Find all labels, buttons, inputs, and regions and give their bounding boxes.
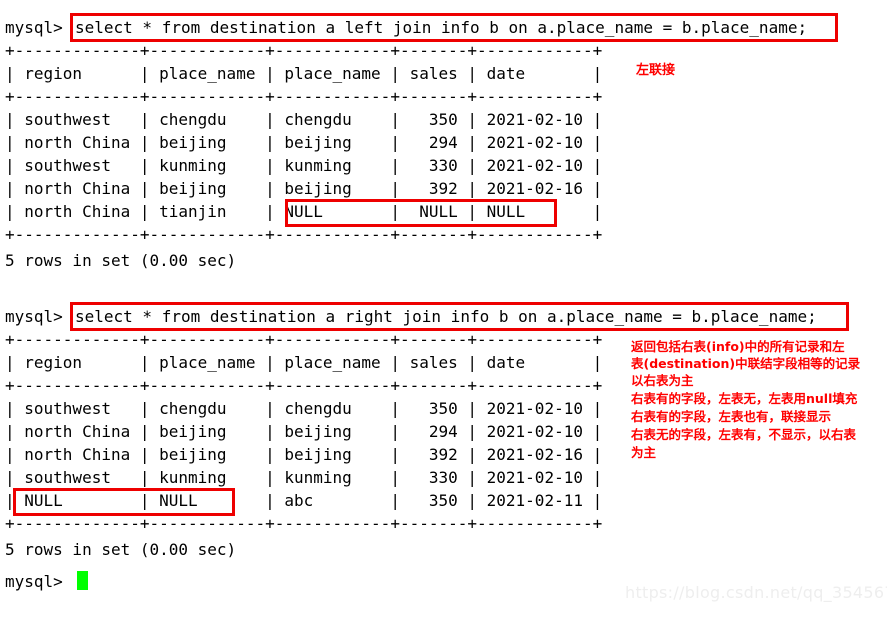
prompt-line-1: mysql> — [5, 16, 63, 39]
prompt-line-3: mysql> — [5, 570, 63, 593]
table-row: | north China | beijing | beijing | 294 … — [5, 422, 603, 441]
table-2-header-separator: +-------------+------------+------------… — [5, 376, 603, 395]
right-join-annotation-line-3: 以右表为主 — [631, 373, 694, 388]
watermark-text: https://blog.csdn.net/qq_35456705 — [625, 583, 887, 602]
query-2-text[interactable]: select * from destination a right join i… — [75, 305, 817, 328]
table-row: | NULL | NULL | abc | 350 | 2021-02-11 | — [5, 491, 603, 510]
table-row: | north China | beijing | beijing | 392 … — [5, 179, 603, 198]
table-2-top-separator: +-------------+------------+------------… — [5, 330, 603, 349]
table-row: | southwest | kunming | kunming | 330 | … — [5, 156, 603, 175]
right-join-annotation-line-5: 右表有的字段，左表也有，联接显示 — [631, 409, 832, 424]
right-join-annotation-line-4: 右表有的字段，左表无，左表用null填充 — [631, 391, 858, 406]
table-row: | north China | beijing | beijing | 392 … — [5, 445, 603, 464]
table-1-header-row: | region | place_name | place_name | sal… — [5, 64, 603, 83]
table-1-bottom-separator: +-------------+------------+------------… — [5, 225, 603, 244]
table-row: | southwest | chengdu | chengdu | 350 | … — [5, 399, 603, 418]
terminal-cursor — [77, 571, 88, 590]
result-status-1: 5 rows in set (0.00 sec) — [5, 251, 237, 270]
table-row: | north China | tianjin | NULL | NULL | … — [5, 202, 603, 221]
table-row: | southwest | chengdu | chengdu | 350 | … — [5, 110, 603, 129]
left-join-annotation: 左联接 — [636, 63, 676, 78]
mysql-terminal: mysql> select * from destination a left … — [0, 0, 887, 617]
table-1-header-separator: +-------------+------------+------------… — [5, 87, 603, 106]
prompt-line-2: mysql> — [5, 305, 63, 328]
right-join-annotation-line-2: 表(destination)中联结字段相等的记录 — [631, 356, 861, 371]
table-2-header-row: | region | place_name | place_name | sal… — [5, 353, 603, 372]
query-1-text[interactable]: select * from destination a left join in… — [75, 16, 807, 39]
result-status-2: 5 rows in set (0.00 sec) — [5, 540, 237, 559]
prompt-label-1: mysql> — [5, 18, 63, 37]
table-row: | north China | beijing | beijing | 294 … — [5, 133, 603, 152]
table-2-bottom-separator: +-------------+------------+------------… — [5, 514, 603, 533]
table-1-top-separator: +-------------+------------+------------… — [5, 41, 603, 60]
right-join-annotation-line-1: 返回包括右表(info)中的所有记录和左 — [631, 339, 845, 354]
prompt-label-2: mysql> — [5, 307, 63, 326]
right-join-annotation-line-7: 为主 — [631, 445, 657, 460]
table-row: | southwest | kunming | kunming | 330 | … — [5, 468, 603, 487]
prompt-label-3: mysql> — [5, 572, 63, 591]
right-join-annotation-line-6: 右表无的字段，左表有，不显示，以右表 — [631, 427, 857, 442]
